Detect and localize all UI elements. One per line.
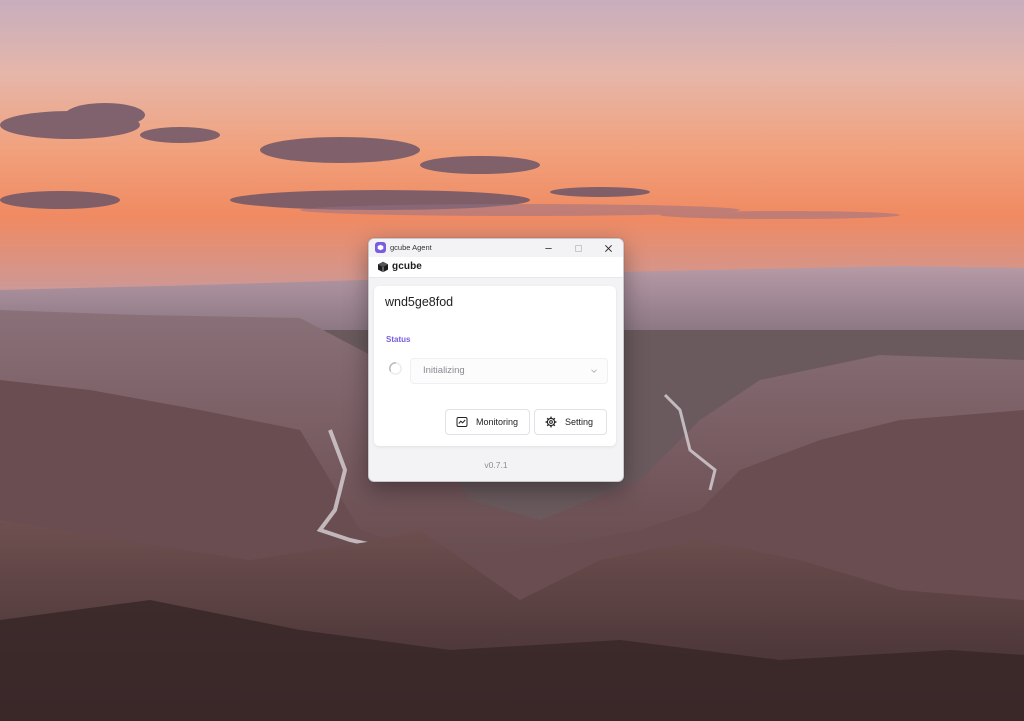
app-icon — [375, 242, 386, 253]
gear-icon — [545, 416, 557, 428]
title-bar[interactable]: gcube Agent — [369, 239, 623, 257]
minimize-icon — [544, 247, 552, 249]
maximize-icon — [574, 244, 582, 252]
monitoring-button[interactable]: Monitoring — [445, 409, 530, 435]
window-title: gcube Agent — [390, 243, 432, 252]
version-label: v0.7.1 — [484, 460, 508, 470]
minimize-button[interactable] — [533, 239, 563, 257]
spinner-icon — [389, 362, 402, 375]
agent-card: wnd5ge8fod Status Initializing Monitorin… — [374, 286, 616, 446]
status-value: Initializing — [423, 365, 465, 376]
status-label: Status — [386, 335, 411, 344]
setting-label: Setting — [565, 417, 594, 427]
brand-name: gcube — [392, 261, 422, 272]
monitoring-icon — [456, 417, 468, 427]
close-icon — [604, 244, 612, 252]
chevron-down-icon — [591, 369, 597, 373]
agent-id: wnd5ge8fod — [385, 295, 454, 309]
app-window: gcube Agent gcube wnd5ge8fod Status Init… — [368, 238, 624, 482]
cube-logo-icon — [378, 261, 388, 273]
brand-bar: gcube — [369, 257, 623, 278]
close-button[interactable] — [593, 239, 623, 257]
setting-button[interactable]: Setting — [534, 409, 607, 435]
monitoring-label: Monitoring — [476, 417, 519, 427]
maximize-button[interactable] — [563, 239, 593, 257]
status-select[interactable]: Initializing — [410, 358, 608, 384]
